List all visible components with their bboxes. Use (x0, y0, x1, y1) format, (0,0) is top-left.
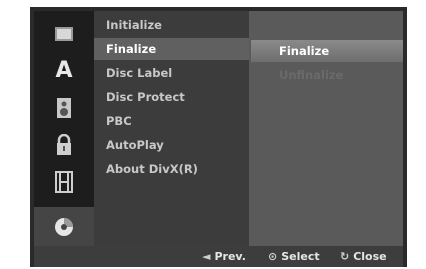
sidebar-item-disc-settings[interactable] (34, 15, 94, 52)
return-icon: ↻ (340, 250, 350, 263)
sidebar-item-audio[interactable] (34, 89, 94, 126)
menu-item-disc-protect[interactable]: Disc Protect (94, 86, 249, 108)
lock-icon (57, 133, 71, 155)
recording-film-icon (55, 170, 73, 193)
disc-menu-list: Initialize Finalize Disc Label Disc Prot… (94, 11, 249, 246)
prev-label: Prev. (214, 250, 246, 263)
menu-item-autoplay[interactable]: AutoPlay (94, 134, 249, 156)
menu-item-initialize[interactable]: Initialize (94, 14, 249, 36)
submenu-item-finalize[interactable]: Finalize (251, 40, 403, 62)
sidebar-item-language[interactable]: A (34, 52, 94, 89)
audio-speaker-icon (57, 97, 71, 118)
sidebar-item-lock[interactable] (34, 126, 94, 163)
menu-item-pbc[interactable]: PBC (94, 110, 249, 132)
finalize-submenu: Finalize Unfinalize (249, 11, 403, 246)
footer-hint-bar: ◄ Prev. ⊙ Select ↻ Close (34, 246, 403, 267)
enter-button-icon: ⊙ (268, 250, 278, 263)
left-arrow-icon: ◄ (202, 250, 211, 263)
select-label: Select (281, 250, 320, 263)
select-hint[interactable]: ⊙ Select (268, 246, 320, 267)
sidebar-item-recording[interactable] (34, 163, 94, 200)
close-label: Close (353, 250, 387, 263)
menu-item-disc-label[interactable]: Disc Label (94, 62, 249, 84)
submenu-item-unfinalize: Unfinalize (279, 68, 344, 82)
disc-icon (55, 217, 73, 236)
setup-menu-window: A Initialize Finalize Disc Label Disc Pr… (30, 7, 407, 267)
close-hint[interactable]: ↻ Close (340, 246, 387, 267)
disc-settings-icon (55, 26, 73, 41)
menu-item-finalize[interactable]: Finalize (94, 38, 249, 60)
sidebar-item-disc[interactable] (34, 207, 94, 246)
language-icon: A (55, 58, 73, 83)
category-sidebar: A (34, 11, 94, 246)
menu-item-about-divx[interactable]: About DivX(R) (94, 158, 249, 180)
prev-hint[interactable]: ◄ Prev. (202, 246, 246, 267)
